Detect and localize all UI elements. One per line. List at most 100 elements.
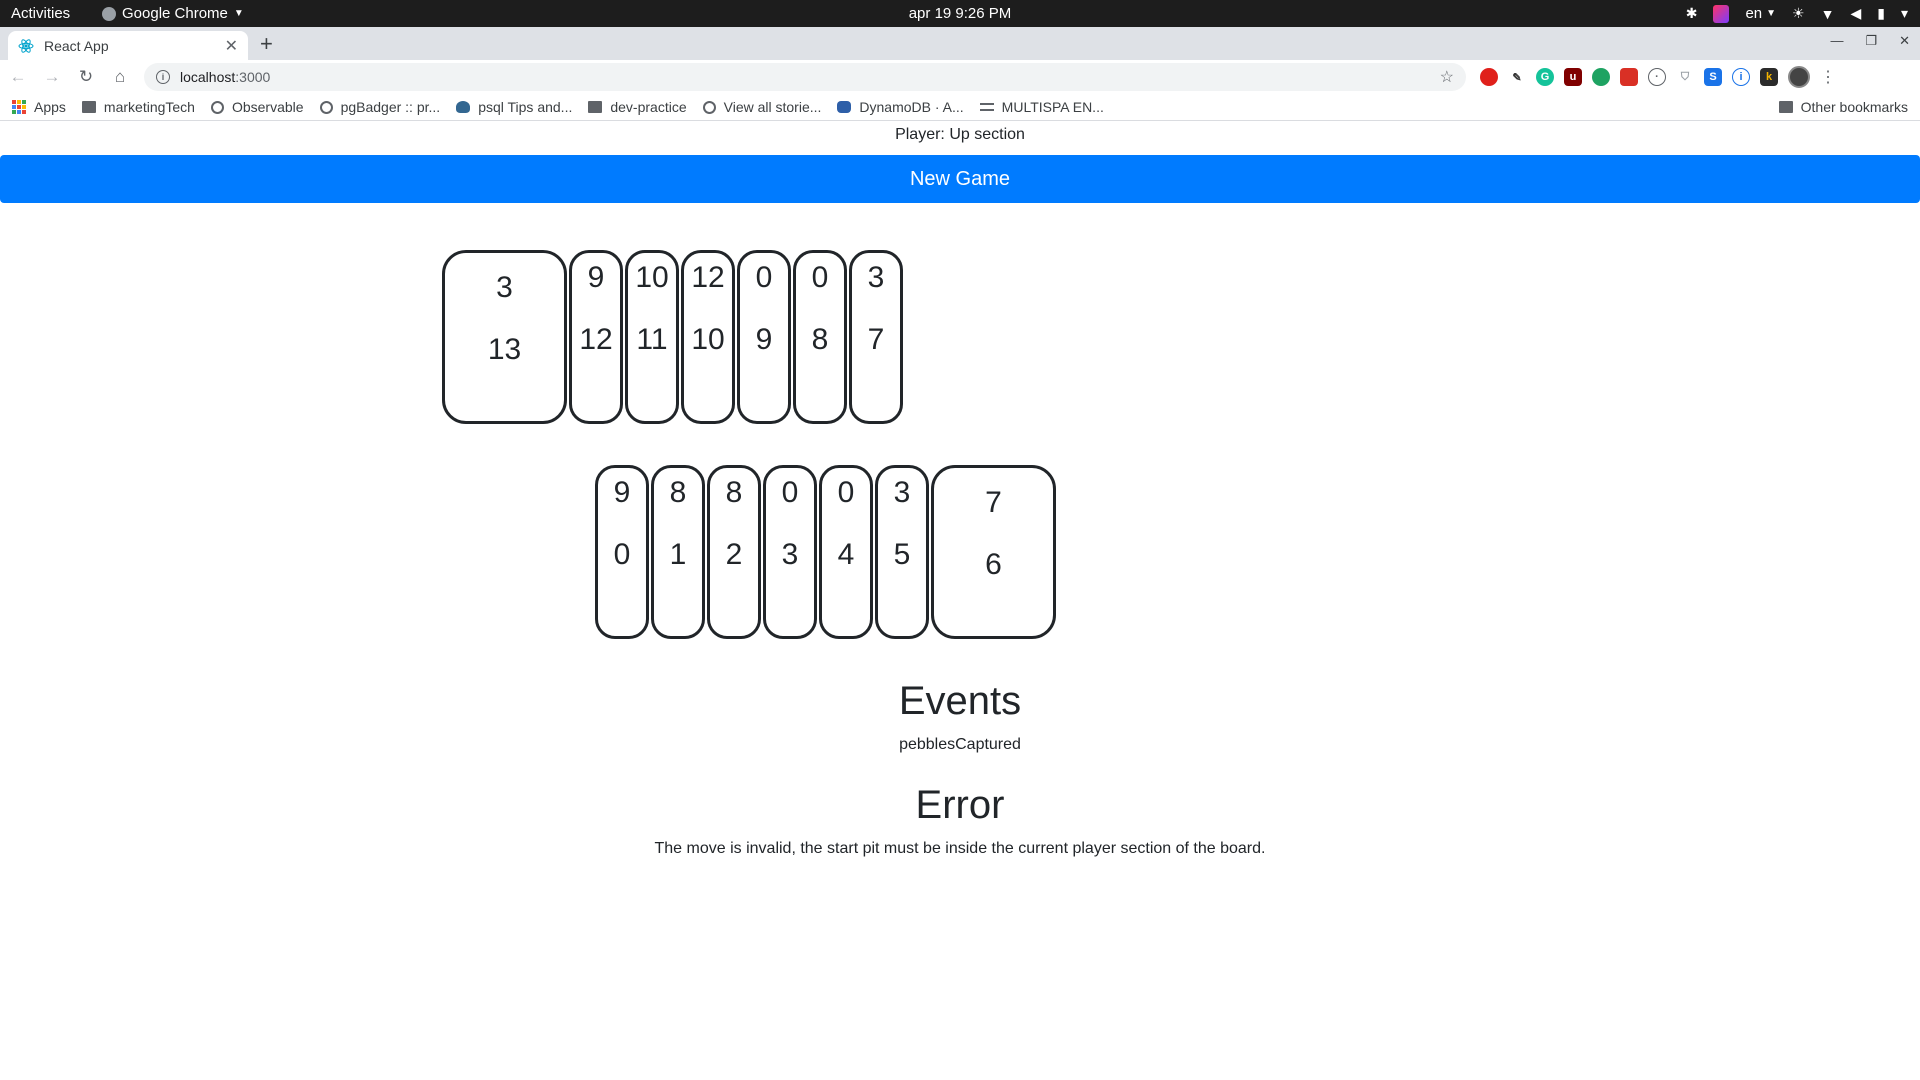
pit-index: 0 [613,538,631,571]
bookmark-apps[interactable]: Apps [12,99,66,115]
language-label: en [1745,5,1763,22]
ublock-icon[interactable]: u [1564,68,1582,86]
pit-9[interactable]: 0 9 [737,250,791,424]
store-pit-13[interactable]: 3 13 [442,250,567,424]
react-favicon-icon [18,38,34,54]
pit-3[interactable]: 0 3 [763,465,817,639]
back-icon[interactable]: ← [8,67,28,87]
power-menu-icon[interactable]: ▾ [1901,5,1908,22]
pit-2[interactable]: 8 2 [707,465,761,639]
error-message: The move is invalid, the start pit must … [654,840,1266,857]
lines-icon [979,103,994,111]
pit-index: 11 [636,323,668,356]
current-player-label: Player: Up section [895,126,1025,143]
pit-12[interactable]: 9 12 [569,250,623,424]
pit-seed-count: 0 [811,261,829,294]
pit-seed-count: 8 [725,476,743,509]
restore-icon[interactable]: ❐ [1865,33,1877,49]
tab-title: React App [44,37,109,54]
extension-s-icon[interactable]: S [1704,68,1722,86]
app-menu[interactable]: Google Chrome ▼ [102,5,244,22]
tab-react-app[interactable]: React App ✕ [8,31,248,60]
minimize-icon[interactable]: — [1830,33,1843,49]
apps-grid-icon [12,100,26,114]
pit-index: 1 [669,538,687,571]
activities-button[interactable]: Activities [0,5,102,22]
app-tray-icon[interactable] [1713,4,1730,23]
pit-0[interactable]: 9 0 [595,465,649,639]
bookmark-view-all-stories[interactable]: View all storie... [702,99,822,115]
bookmark-psql-tips[interactable]: psql Tips and... [456,99,572,115]
pit-index: 12 [579,323,613,356]
bookmark-label: DynamoDB · A... [859,99,964,115]
pit-index: 3 [781,538,799,571]
url-host: localhost [180,69,236,85]
slack-icon[interactable]: ✱ [1686,5,1698,22]
bookmark-star-icon[interactable]: ☆ [1440,67,1454,87]
pit-seed-count: 9 [587,261,605,294]
bookmark-label: View all storie... [723,99,822,115]
pit-index: 7 [867,323,885,356]
extension-circle-icon[interactable]: · [1648,68,1666,86]
bookmarks-bar: Apps marketingTech Observable pgBadger :… [0,94,1920,121]
pit-10[interactable]: 12 10 [681,250,735,424]
grammarly-icon[interactable]: G [1536,68,1554,86]
pit-index: 4 [837,538,855,571]
pit-4[interactable]: 0 4 [819,465,873,639]
folder-icon [1778,101,1793,113]
volume-icon[interactable]: ◀ [1850,5,1861,22]
bookmark-dev-practice[interactable]: dev-practice [588,99,687,115]
bookmark-marketingtech[interactable]: marketingTech [81,99,195,115]
caret-down-icon: ▼ [1766,8,1777,19]
pit-index: 2 [725,538,743,571]
pit-5[interactable]: 3 5 [875,465,929,639]
new-game-button[interactable]: New Game [0,155,1920,203]
extension-green-icon[interactable] [1592,68,1610,86]
error-heading: Error [915,783,1005,827]
menu-kebab-icon[interactable]: ⋮ [1820,67,1836,87]
close-tab-icon[interactable]: ✕ [225,36,238,56]
extension-info-icon[interactable]: i [1732,68,1750,86]
pit-1[interactable]: 8 1 [651,465,705,639]
globe-icon [702,100,716,114]
bookmark-pgbadger[interactable]: pgBadger :: pr... [319,99,440,115]
pit-7[interactable]: 3 7 [849,250,903,424]
bookmark-label: Apps [34,99,66,115]
events-heading: Events [898,679,1022,723]
new-tab-icon[interactable]: + [260,31,273,57]
site-info-icon[interactable]: i [156,70,170,84]
brightness-icon[interactable]: ☀ [1792,5,1805,22]
pit-11[interactable]: 10 11 [625,250,679,424]
extension-k-icon[interactable]: k [1760,68,1778,86]
pit-seed-count: 3 [867,261,885,294]
pit-8[interactable]: 0 8 [793,250,847,424]
extension-shield-icon[interactable]: ⛉ [1676,68,1694,86]
home-icon[interactable]: ⌂ [110,67,130,87]
app-content: Player: Up section New Game 3 13 9 12 10… [0,124,1920,1062]
wifi-icon[interactable]: ▼ [1821,6,1835,22]
board-bottom-row: 9 0 8 1 8 2 0 3 0 4 3 5 7 6 [595,465,1056,639]
pit-seed-count: 0 [755,261,773,294]
address-bar[interactable]: i localhost:3000 ☆ [144,63,1466,91]
bookmark-other[interactable]: Other bookmarks [1778,99,1908,115]
forward-icon[interactable]: → [42,67,62,87]
bookmark-multispa[interactable]: MULTISPA EN... [979,99,1104,115]
battery-icon[interactable]: ▮ [1877,5,1885,22]
pit-seed-count: 12 [691,261,725,294]
url-text: localhost:3000 [180,69,1430,85]
bookmark-dynamodb[interactable]: DynamoDB · A... [837,99,964,115]
language-selector[interactable]: en ▼ [1745,5,1776,22]
profile-avatar[interactable] [1788,66,1810,88]
close-window-icon[interactable]: ✕ [1899,33,1910,49]
clock[interactable]: apr 19 9:26 PM [909,5,1012,22]
extension-redbox-icon[interactable] [1620,68,1638,86]
bookmark-label: psql Tips and... [478,99,573,115]
extension-red-icon[interactable] [1480,68,1498,86]
reload-icon[interactable]: ↻ [76,67,96,87]
pit-seed-count: 3 [893,476,911,509]
bookmark-observable[interactable]: Observable [210,99,304,115]
extension-pen-icon[interactable]: ✎ [1508,68,1526,86]
board-top-row: 3 13 9 12 10 11 12 10 0 9 0 8 3 7 [442,250,903,424]
elephant-icon [456,101,471,113]
store-pit-6[interactable]: 7 6 [931,465,1056,639]
